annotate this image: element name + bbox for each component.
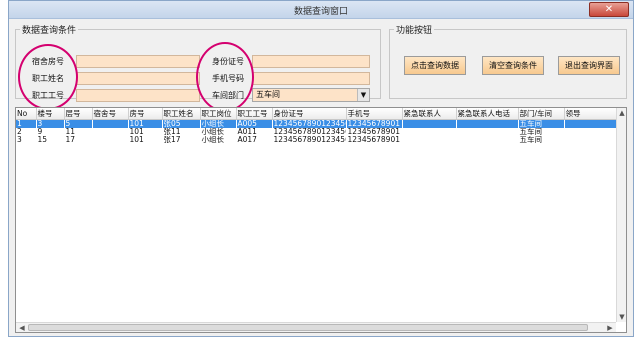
table-cell: 123456789012345678 (272, 119, 346, 128)
table-cell (456, 119, 518, 128)
table-cell: 2 (17, 128, 22, 136)
employee-name-input[interactable] (76, 72, 200, 85)
query-window: 数据查询窗口 ✕ 数据查询条件 宿舍房号 职工姓名 职工工号 身份证号 手机号码… (8, 0, 634, 337)
department-label: 车间部门 (212, 91, 244, 100)
horizontal-scrollbar[interactable]: ◀ ▶ (16, 322, 616, 332)
table-cell (564, 128, 616, 136)
employee-id-label: 职工工号 (32, 91, 64, 100)
table-cell: 5 (64, 119, 92, 128)
vertical-scrollbar[interactable]: ▲ ▼ (616, 108, 626, 322)
title-bar: 数据查询窗口 ✕ (9, 1, 633, 19)
table-cell: 12345678901 (346, 119, 402, 128)
table-cell: 101 (129, 136, 144, 144)
table-cell: 12345678901 (347, 128, 401, 136)
table-cell: 五车间 (519, 136, 543, 144)
table-cell: 123456789012345678 (273, 136, 346, 144)
table-cell: A017 (237, 136, 257, 144)
table-cell: 张11 (163, 128, 181, 136)
column-header[interactable]: 楼号 (36, 108, 65, 120)
employee-id-input[interactable] (76, 89, 200, 102)
chevron-down-icon[interactable]: ▼ (357, 89, 369, 101)
column-header[interactable]: 领导 (564, 108, 617, 120)
table-cell (402, 128, 456, 136)
column-header[interactable]: 房号 (128, 108, 163, 120)
department-select-value: 五车间 (256, 90, 280, 99)
table-cell: 五车间 (518, 119, 564, 128)
table-cell: 小组长 (200, 119, 236, 128)
table-cell: 17 (65, 136, 76, 144)
column-header[interactable]: 紧急联系人 (402, 108, 457, 120)
table-cell (92, 136, 128, 144)
column-header[interactable]: 紧急联系人电话 (456, 108, 519, 120)
table-cell: 101 (128, 119, 162, 128)
table-cell: 张17 (163, 136, 181, 144)
column-header[interactable]: 职工岗位 (200, 108, 237, 120)
query-conditions-group: 数据查询条件 宿舍房号 职工姓名 职工工号 身份证号 手机号码 车间部门 五车间… (15, 23, 381, 112)
table-cell (564, 136, 616, 144)
table-cell: 11 (65, 128, 76, 136)
window-title: 数据查询窗口 (293, 7, 348, 17)
table-cell: 五车间 (519, 128, 543, 136)
column-header[interactable]: 职工工号 (236, 108, 273, 120)
table-cell (92, 119, 128, 128)
scroll-right-icon[interactable]: ▶ (605, 324, 615, 332)
department-select[interactable]: 五车间 ▼ (252, 88, 370, 102)
table-body: 135101张05小组长A005123456789012345678123456… (16, 119, 616, 145)
close-button[interactable]: ✕ (589, 2, 629, 17)
column-header[interactable]: 职工姓名 (162, 108, 201, 120)
table-cell (564, 119, 616, 128)
function-group-legend: 功能按钮 (396, 26, 433, 36)
results-table: No 楼号 层号 宿舍号 房号 职工姓名 职工岗位 职工工号 身份证号 手机号 … (16, 108, 617, 144)
scroll-up-icon[interactable]: ▲ (617, 109, 626, 117)
table-row[interactable]: 3 15 17 101 张17 小组长 A017 1234567890123456781234… (16, 136, 616, 144)
column-header[interactable]: 部门/车间 (518, 108, 565, 120)
table-cell: 小组长 (201, 128, 225, 136)
table-cell (402, 119, 456, 128)
column-header[interactable]: No (16, 108, 37, 120)
phone-input[interactable] (252, 72, 370, 85)
table-cell: 101 (129, 128, 144, 136)
clear-conditions-button[interactable]: 清空查询条件 (482, 56, 544, 75)
id-card-label: 身份证号 (212, 57, 244, 66)
table-cell: 3 (17, 136, 22, 144)
column-header[interactable]: 手机号 (346, 108, 403, 120)
exit-query-button[interactable]: 退出查询界面 (558, 56, 620, 75)
table-cell: 12345678901 (347, 136, 401, 144)
scroll-down-icon[interactable]: ▼ (617, 313, 626, 321)
dorm-room-input[interactable] (76, 55, 200, 68)
employee-name-label: 职工姓名 (32, 74, 64, 83)
table-cell: 15 (37, 136, 48, 144)
table-row[interactable]: 2 9 11 101 张11 小组长 A011 12345678901234567812345… (16, 128, 616, 136)
table-cell (456, 136, 518, 144)
function-buttons-group: 功能按钮 点击查询数据 清空查询条件 退出查询界面 (389, 23, 627, 99)
query-data-button[interactable]: 点击查询数据 (404, 56, 466, 75)
table-cell: 123456789012345678 (273, 128, 346, 136)
dorm-room-label: 宿舍房号 (32, 57, 64, 66)
table-cell (92, 128, 128, 136)
results-table-container[interactable]: No 楼号 层号 宿舍号 房号 职工姓名 职工岗位 职工工号 身份证号 手机号 … (15, 107, 627, 333)
column-header[interactable]: 宿舍号 (92, 108, 129, 120)
horizontal-scroll-thumb[interactable] (28, 324, 588, 331)
query-group-legend: 数据查询条件 (22, 26, 77, 36)
table-cell: 3 (36, 119, 64, 128)
table-cell: A005 (236, 119, 272, 128)
table-row[interactable]: 135 101张05小组长A005123456789012345678123456… (16, 119, 616, 128)
id-card-input[interactable] (252, 55, 370, 68)
phone-label: 手机号码 (212, 74, 244, 83)
table-cell (402, 136, 456, 144)
table-cell: 1 (16, 119, 36, 128)
table-cell: 9 (37, 128, 43, 136)
column-header[interactable]: 身份证号 (272, 108, 347, 120)
table-cell (456, 128, 518, 136)
table-cell: A011 (237, 128, 257, 136)
table-header-row: No 楼号 层号 宿舍号 房号 职工姓名 职工岗位 职工工号 身份证号 手机号 … (16, 108, 617, 120)
table-cell: 张05 (162, 119, 200, 128)
column-header[interactable]: 层号 (64, 108, 93, 120)
table-cell: 小组长 (201, 136, 225, 144)
scroll-left-icon[interactable]: ◀ (17, 324, 27, 332)
